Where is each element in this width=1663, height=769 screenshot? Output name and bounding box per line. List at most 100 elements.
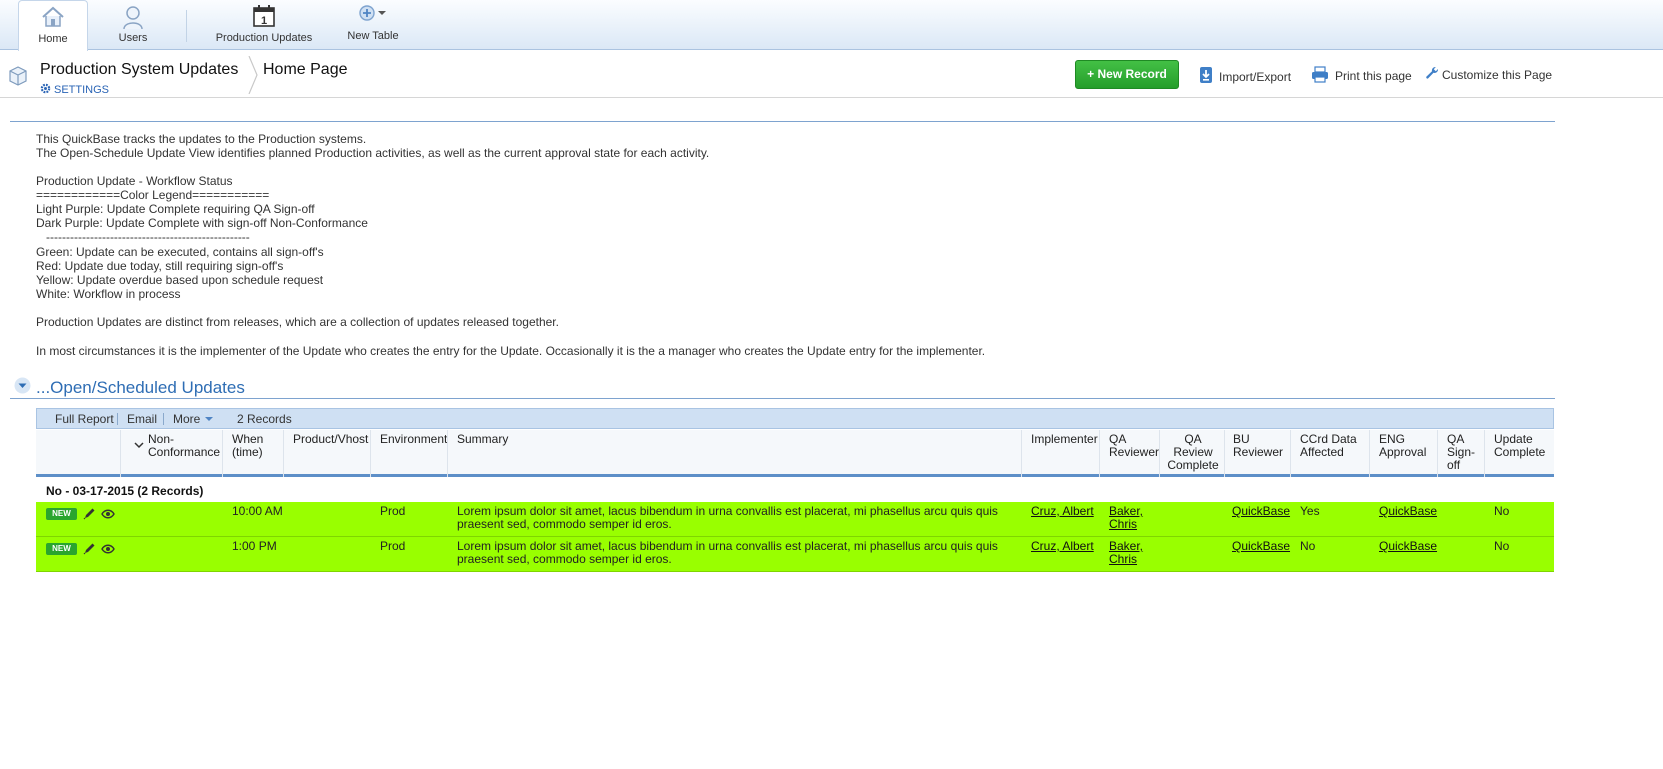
cell-qa-reviewer-link[interactable]: Baker, Chris xyxy=(1109,539,1143,566)
column-divider xyxy=(1021,430,1022,477)
legend-white: White: Workflow in process xyxy=(36,287,181,301)
col-qa-signoff[interactable]: QA Sign- off xyxy=(1447,433,1475,472)
add-circle-icon xyxy=(358,4,388,25)
tab-home[interactable]: Home xyxy=(18,0,88,51)
tab-production-updates-label: Production Updates xyxy=(215,32,313,44)
settings-link[interactable]: SETTINGS xyxy=(40,83,109,97)
import-export-label: Import/Export xyxy=(1219,69,1292,84)
col-summary[interactable]: Summary xyxy=(457,433,508,446)
new-record-button[interactable]: + New Record xyxy=(1075,60,1179,89)
tab-home-label: Home xyxy=(38,33,68,45)
table-row[interactable]: NEW 1:00 PM Prod Lorem ipsum dolor sit a… xyxy=(36,537,1554,572)
col-update-complete[interactable]: Update Complete xyxy=(1494,433,1545,459)
column-divider xyxy=(370,430,371,477)
col-qa-review-complete[interactable]: QA Review Complete xyxy=(1167,433,1219,472)
calendar-icon: 1 xyxy=(253,5,275,30)
legend-divider: ----------------------------------------… xyxy=(36,230,250,244)
report-header[interactable]: ...Open/Scheduled Updates xyxy=(14,377,245,399)
print-label: Print this page xyxy=(1335,69,1412,83)
collapse-toggle-icon[interactable] xyxy=(14,377,31,399)
group-header-row: No - 03-17-2015 (2 Records) xyxy=(36,480,1554,502)
circumstances-note: In most circumstances it is the implemen… xyxy=(36,344,986,358)
legend-dark-purple: Dark Purple: Update Complete with sign-o… xyxy=(36,216,368,230)
toolbar-divider xyxy=(117,413,118,425)
legend-yellow: Yellow: Update overdue based upon schedu… xyxy=(36,273,324,287)
column-divider xyxy=(1099,430,1100,477)
tab-production-updates[interactable]: 1 Production Updates xyxy=(208,0,320,50)
page-title: Home Page xyxy=(263,61,348,78)
cell-eng-approval-link[interactable]: QuickBase xyxy=(1379,504,1437,518)
cell-bu-reviewer-link[interactable]: QuickBase xyxy=(1232,504,1290,518)
edit-pencil-icon[interactable] xyxy=(83,507,96,523)
more-label: More xyxy=(173,412,201,426)
col-bu-reviewer[interactable]: BU Reviewer xyxy=(1233,433,1283,459)
dropdown-arrow-icon xyxy=(204,412,214,426)
view-eye-icon[interactable] xyxy=(101,543,115,557)
new-badge: NEW xyxy=(46,508,77,520)
col-product[interactable]: Product/Vhost xyxy=(293,433,368,446)
app-title[interactable]: Production System Updates xyxy=(40,61,238,79)
cell-qa-reviewer-link[interactable]: Baker, Chris xyxy=(1109,504,1143,531)
table-row[interactable]: NEW 10:00 AM Prod Lorem ipsum dolor sit … xyxy=(36,502,1554,537)
legend-title: ============Color Legend=========== xyxy=(36,188,270,202)
column-divider xyxy=(1290,430,1291,477)
legend-green: Green: Update can be executed, contains … xyxy=(36,245,324,259)
customize-label: Customize this Page xyxy=(1442,67,1553,82)
tab-users[interactable]: Users xyxy=(98,0,168,50)
cell-update-complete: No xyxy=(1494,504,1510,518)
tab-new-table[interactable]: New Table xyxy=(340,0,406,50)
col-environment[interactable]: Environment xyxy=(380,433,447,446)
report-title[interactable]: ...Open/Scheduled Updates xyxy=(36,378,245,398)
nav-divider xyxy=(186,10,187,42)
col-when[interactable]: When (time) xyxy=(232,433,263,459)
table-header: Non- Conformance When (time) Product/Vho… xyxy=(36,430,1554,477)
report-toolbar: Full Report Email More 2 Records xyxy=(36,408,1554,429)
sort-desc-icon[interactable] xyxy=(134,439,144,452)
content-divider xyxy=(10,121,1555,122)
cell-bu-reviewer-link[interactable]: QuickBase xyxy=(1232,539,1290,553)
col-non-conformance[interactable]: Non- Conformance xyxy=(148,433,220,459)
intro-line-2: The Open-Schedule Update View identifies… xyxy=(36,146,710,160)
cell-implementer-link[interactable]: Cruz, Albert xyxy=(1031,539,1094,553)
intro-line-1: This QuickBase tracks the updates to the… xyxy=(36,132,367,146)
breadcrumb-separator xyxy=(248,55,258,99)
col-ccrd-data[interactable]: CCrd Data Affected xyxy=(1300,433,1357,459)
toolbar-divider xyxy=(163,413,164,425)
cell-when: 1:00 PM xyxy=(232,539,277,553)
gear-icon xyxy=(40,83,51,97)
column-divider xyxy=(222,430,223,477)
import-export-icon xyxy=(1199,66,1213,87)
full-report-link[interactable]: Full Report xyxy=(55,412,114,426)
col-eng-approval[interactable]: ENG Approval xyxy=(1379,433,1426,459)
tab-users-label: Users xyxy=(118,32,148,44)
col-implementer[interactable]: Implementer xyxy=(1031,433,1098,446)
cell-when: 10:00 AM xyxy=(232,504,283,518)
edit-pencil-icon[interactable] xyxy=(83,542,96,558)
print-link[interactable]: Print this page xyxy=(1311,66,1412,86)
view-eye-icon[interactable] xyxy=(101,508,115,522)
settings-label: SETTINGS xyxy=(54,84,110,96)
legend-light-purple: Light Purple: Update Complete requiring … xyxy=(36,202,315,216)
report-divider xyxy=(10,398,1555,399)
column-divider xyxy=(447,430,448,477)
group-label: No - 03-17-2015 (2 Records) xyxy=(46,484,204,498)
email-link[interactable]: Email xyxy=(127,412,157,426)
import-export-link[interactable]: Import/Export xyxy=(1199,66,1291,87)
cell-implementer-link[interactable]: Cruz, Albert xyxy=(1031,504,1094,518)
column-divider xyxy=(1224,430,1225,477)
app-cube-icon xyxy=(9,66,27,91)
cell-environment: Prod xyxy=(380,539,406,553)
column-divider xyxy=(283,430,284,477)
cell-ccrd: No xyxy=(1300,539,1316,553)
column-divider xyxy=(1484,430,1485,477)
cell-environment: Prod xyxy=(380,504,406,518)
column-divider xyxy=(120,430,121,477)
col-qa-reviewer[interactable]: QA Reviewer xyxy=(1109,433,1159,459)
customize-link[interactable]: Customize this Page xyxy=(1425,66,1552,83)
svg-text:1: 1 xyxy=(261,15,267,27)
releases-note: Production Updates are distinct from rel… xyxy=(36,315,559,329)
cell-eng-approval-link[interactable]: QuickBase xyxy=(1379,539,1437,553)
more-menu[interactable]: More xyxy=(173,412,214,426)
column-divider xyxy=(1159,430,1160,477)
column-divider xyxy=(1437,430,1438,477)
